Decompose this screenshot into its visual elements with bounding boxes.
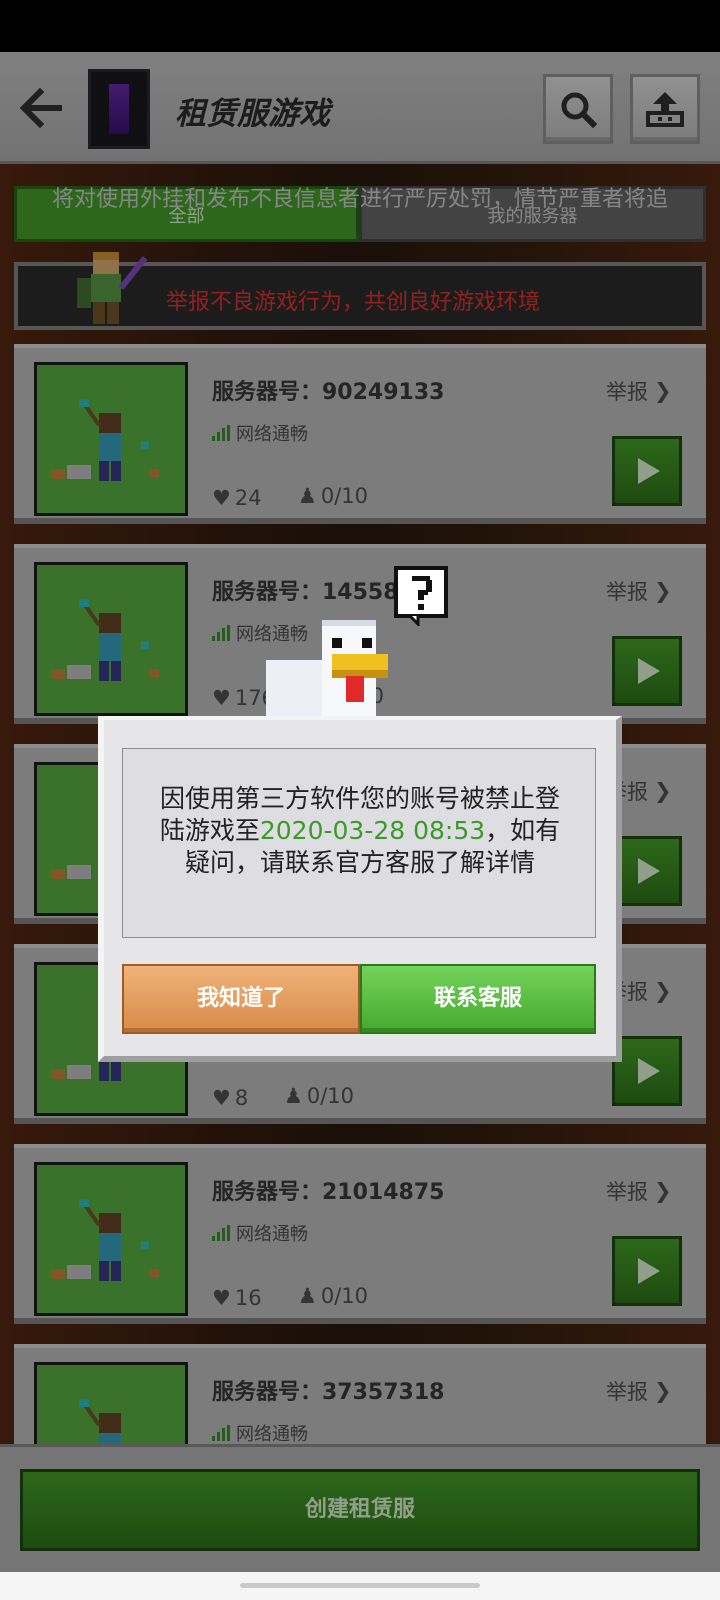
contact-support-button[interactable]: 联系客服: [360, 964, 596, 1034]
acknowledge-button[interactable]: 我知道了: [122, 964, 360, 1034]
system-nav-bar: [0, 1572, 720, 1600]
question-mark-bubble-icon: [394, 566, 448, 626]
chicken-mascot-icon: [266, 620, 388, 718]
ban-until-date: 2020-03-28 08:53: [259, 816, 486, 845]
ban-dialog: 因使用第三方软件您的账号被禁止登陆游戏至2020-03-28 08:53，如有疑…: [98, 716, 622, 1062]
dialog-message: 因使用第三方软件您的账号被禁止登陆游戏至2020-03-28 08:53，如有疑…: [153, 783, 567, 879]
app-root: 租赁服游戏 全部 我的服务器 将对使用外挂和发布不良信息者进行严厉处罚，情节严重…: [0, 0, 720, 1600]
home-indicator[interactable]: [240, 1583, 480, 1588]
dialog-message-box: 因使用第三方软件您的账号被禁止登陆游戏至2020-03-28 08:53，如有疑…: [122, 748, 596, 938]
status-bar: [0, 0, 720, 52]
